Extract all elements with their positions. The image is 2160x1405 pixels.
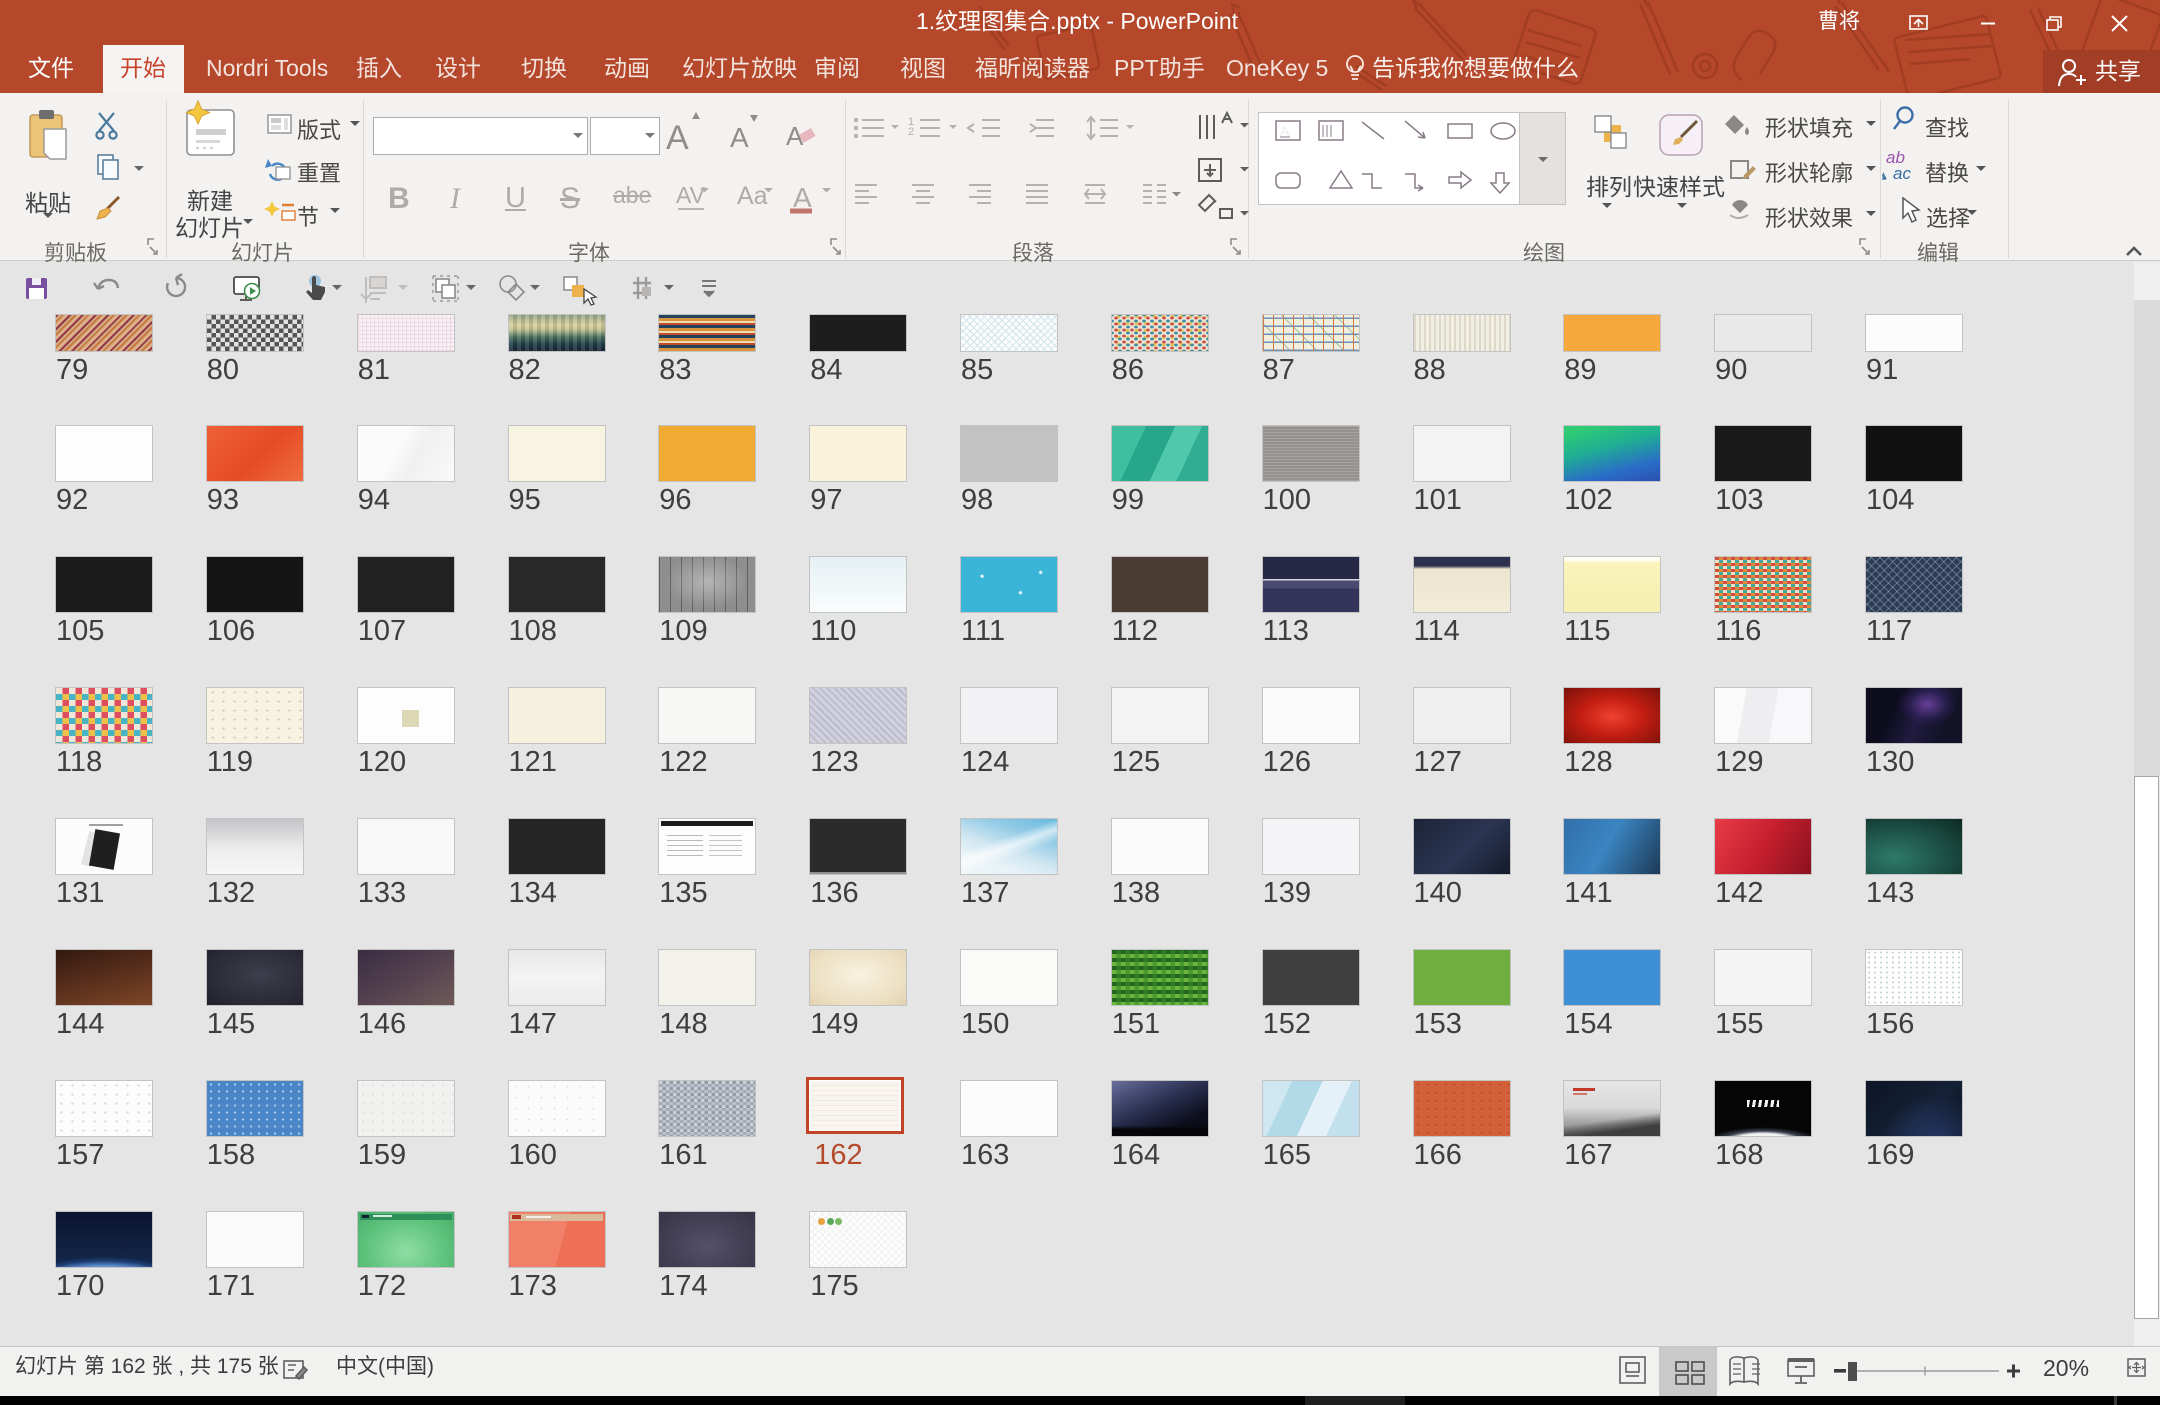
svg-text:2: 2 [908, 126, 914, 138]
svg-text:ac: ac [1893, 164, 1911, 183]
svg-text:A: A [666, 119, 689, 157]
svg-text:A: A [730, 122, 749, 153]
svg-text:A: A [1280, 123, 1290, 139]
